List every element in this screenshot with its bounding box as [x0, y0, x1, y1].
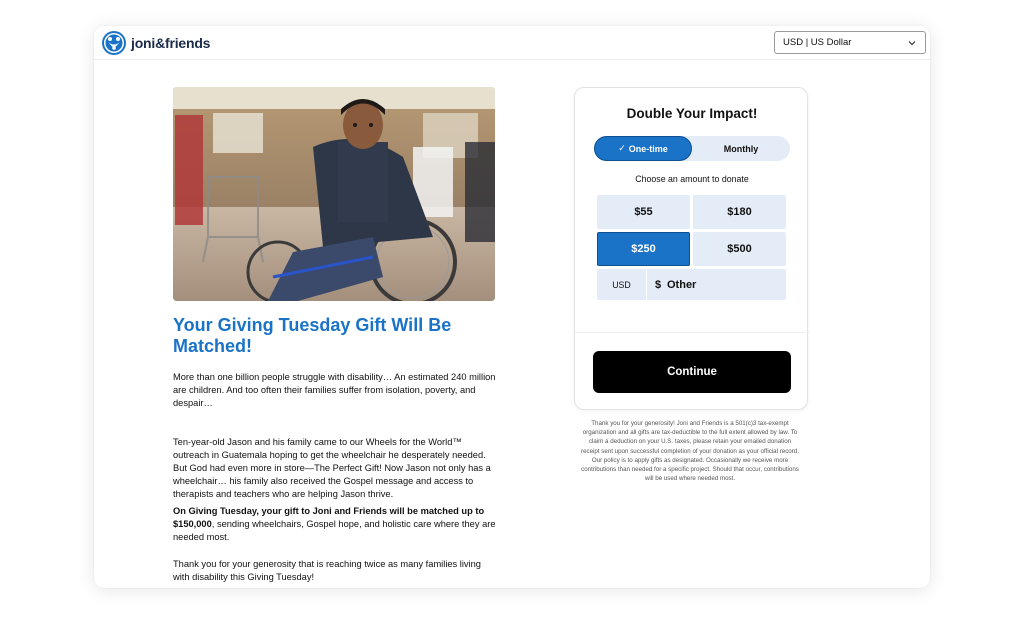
site-logo[interactable]: joni&friends — [101, 29, 210, 57]
check-icon: ✓ — [618, 143, 626, 153]
page-frame: joni&friends USD | US Dollar Your Giving… — [94, 26, 930, 588]
article-paragraph-4: Thank you for your generosity that is re… — [173, 559, 481, 582]
match-statement-rest: , sending wheelchairs, Gospel hope, and … — [173, 519, 496, 542]
amount-option-180[interactable]: $180 — [693, 195, 786, 229]
continue-button[interactable]: Continue — [593, 351, 791, 393]
other-amount-currency: USD — [597, 269, 647, 300]
frequency-monthly-label: Monthly — [723, 143, 759, 154]
article-paragraph-1: More than one billion people struggle wi… — [173, 372, 496, 408]
article-paragraph-3: On Giving Tuesday, your gift to Joni and… — [173, 505, 498, 544]
amount-option-250[interactable]: $250 — [597, 232, 690, 266]
chevron-down-icon — [908, 40, 916, 45]
amount-option-500[interactable]: $500 — [693, 232, 786, 266]
frequency-one-time-label: One-time — [628, 143, 668, 154]
frequency-toggle: ✓ One-time Monthly — [594, 136, 790, 161]
currency-select[interactable]: USD | US Dollar — [774, 31, 926, 54]
top-bar: joni&friends USD | US Dollar — [94, 26, 930, 60]
other-amount-input[interactable]: Other — [667, 269, 777, 300]
article-headline: Your Giving Tuesday Gift Will Be Matched… — [173, 315, 452, 356]
joni-friends-logo-icon — [102, 31, 126, 55]
currency-select-value: USD | US Dollar — [783, 37, 852, 48]
hero-photo — [173, 87, 495, 301]
article-paragraph-2: Ten-year-old Jason and his family came t… — [173, 437, 491, 499]
frequency-monthly-button[interactable]: Monthly — [692, 136, 790, 161]
other-amount-field[interactable]: USD $ Other — [597, 269, 786, 300]
donation-card: Double Your Impact! ✓ One-time Monthly C… — [574, 87, 809, 410]
dollar-sign: $ — [655, 278, 662, 291]
frequency-one-time-button[interactable]: ✓ One-time — [594, 136, 692, 161]
tax-disclaimer: Thank you for your generosity! Joni and … — [581, 420, 799, 483]
choose-amount-label: Choose an amount to donate — [635, 174, 749, 184]
donation-card-title: Double Your Impact! — [626, 106, 758, 121]
card-divider — [575, 332, 809, 333]
amount-option-55[interactable]: $55 — [597, 195, 690, 229]
logo-text: joni&friends — [131, 35, 211, 51]
